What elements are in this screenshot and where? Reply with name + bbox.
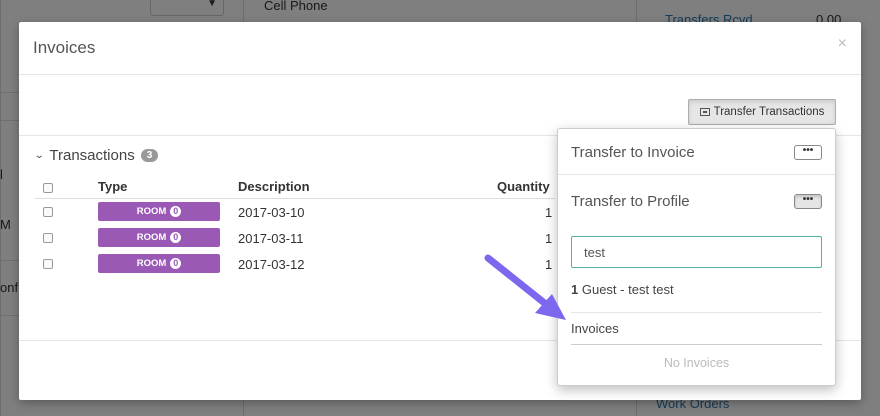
no-invoices-text: No Invoices — [663, 356, 730, 370]
type-label: ROOM — [136, 258, 167, 269]
transactions-section-header[interactable]: ⌄ Transactions 3 — [34, 147, 159, 164]
column-header-quantity[interactable]: Quantity — [497, 179, 550, 194]
table-row[interactable]: ROOM 0 2017-03-10 1 — [35, 199, 555, 225]
table-row[interactable]: ROOM 0 2017-03-12 1 — [35, 251, 555, 277]
transfer-to-profile-label: Transfer to Profile — [571, 192, 690, 210]
modal-title: Invoices — [33, 38, 96, 57]
transfer-icon — [699, 108, 710, 116]
transfer-to-profile-row[interactable]: Transfer to Profile ••• — [571, 186, 822, 216]
type-label: ROOM — [136, 206, 167, 217]
divider — [558, 174, 835, 175]
table-row[interactable]: ROOM 0 2017-03-11 1 — [35, 225, 555, 251]
room-count-badge: 0 — [170, 206, 182, 217]
modal-toolbar: Transfer Transactions — [19, 75, 861, 136]
transfer-transactions-label: Transfer Transactions — [713, 106, 825, 118]
column-header-description[interactable]: Description — [238, 179, 310, 194]
row-description: 2017-03-12 — [238, 257, 305, 272]
row-checkbox[interactable] — [43, 259, 53, 269]
room-count-badge: 0 — [170, 232, 182, 243]
more-options-button[interactable]: ••• — [794, 193, 822, 209]
transactions-table: Type Description Quantity ROOM 0 2017-03… — [35, 177, 555, 277]
divider — [571, 344, 822, 345]
chevron-down-icon[interactable]: ⌄ — [34, 150, 45, 161]
row-quantity: 1 — [545, 231, 553, 246]
row-checkbox[interactable] — [43, 207, 53, 217]
row-quantity: 1 — [545, 205, 553, 220]
type-badge-room: ROOM 0 — [98, 254, 220, 273]
transfer-transactions-button[interactable]: Transfer Transactions — [688, 99, 836, 125]
type-badge-room: ROOM 0 — [98, 202, 220, 221]
transfer-popover: Transfer to Invoice ••• Transfer to Prof… — [557, 128, 836, 386]
close-icon[interactable]: × — [838, 35, 847, 53]
row-checkbox[interactable] — [43, 233, 53, 243]
profile-search-input[interactable] — [571, 236, 822, 268]
table-header: Type Description Quantity — [35, 177, 555, 199]
transfer-to-invoice-label: Transfer to Invoice — [571, 143, 695, 161]
result-count: 1 — [571, 282, 579, 297]
search-result[interactable]: 1 Guest - test test — [571, 282, 674, 297]
column-header-type[interactable]: Type — [98, 179, 127, 194]
count-badge: 3 — [140, 149, 159, 162]
row-description: 2017-03-11 — [238, 231, 304, 246]
invoices-label: Invoices — [571, 321, 619, 336]
modal-header: Invoices × — [19, 22, 861, 75]
transfer-to-invoice-row[interactable]: Transfer to Invoice ••• — [571, 137, 822, 167]
row-quantity: 1 — [545, 257, 553, 272]
type-label: ROOM — [136, 232, 167, 243]
section-title: Transactions — [49, 147, 135, 164]
row-description: 2017-03-10 — [238, 205, 305, 220]
type-badge-room: ROOM 0 — [98, 228, 220, 247]
result-text: Guest - test test — [581, 282, 674, 297]
more-options-button[interactable]: ••• — [794, 144, 822, 160]
room-count-badge: 0 — [170, 258, 182, 269]
select-all-checkbox[interactable] — [43, 183, 53, 193]
divider — [571, 312, 822, 313]
